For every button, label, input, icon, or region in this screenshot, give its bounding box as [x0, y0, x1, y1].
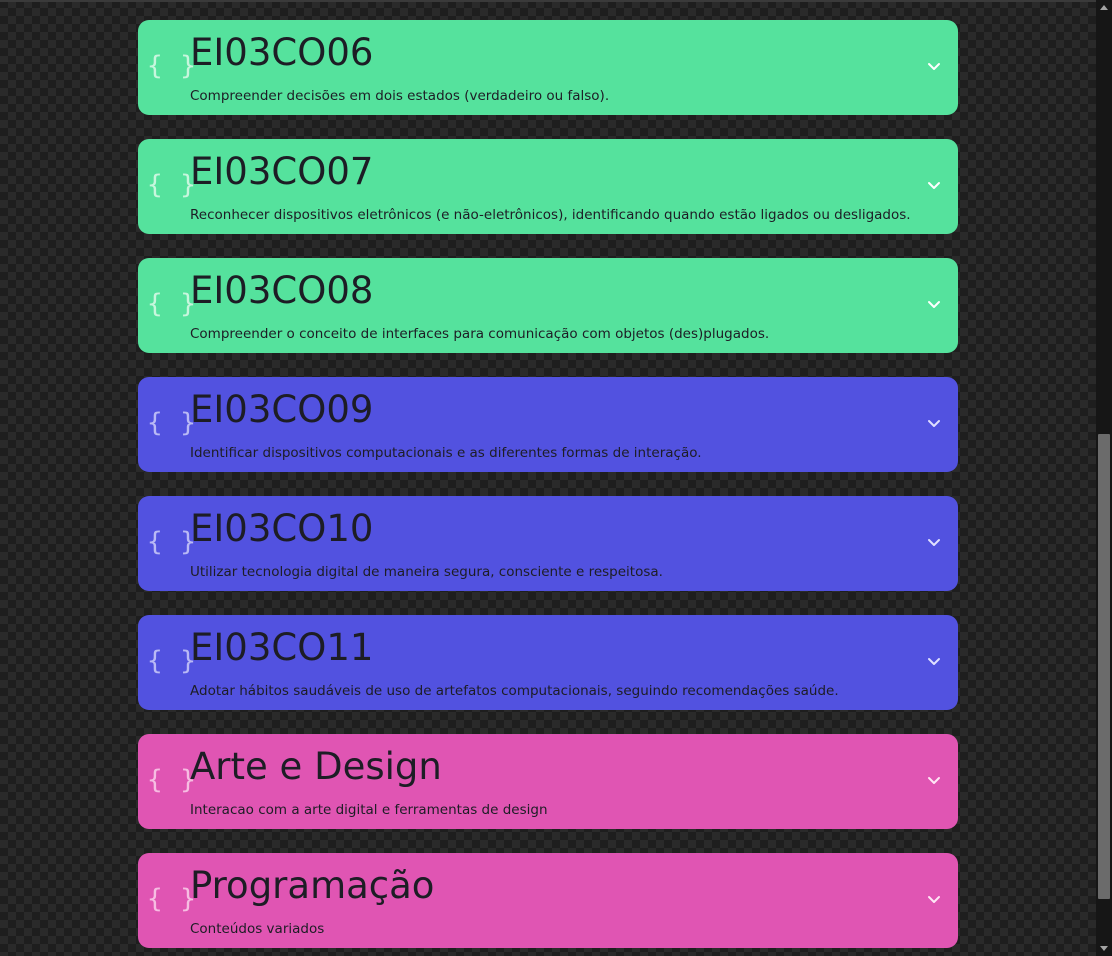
- accordion-item-title: EI03CO10: [190, 507, 374, 550]
- accordion-item-arte-e-design[interactable]: { } Arte e Design Interacao com a arte d…: [138, 734, 958, 829]
- accordion-item-description: Reconhecer dispositivos eletrônicos (e n…: [190, 207, 911, 223]
- scrollbar-thumb[interactable]: [1098, 434, 1110, 899]
- accordion-item-ei03co10[interactable]: { } EI03CO10 Utilizar tecnologia digital…: [138, 496, 958, 591]
- accordion-item-description: Utilizar tecnologia digital de maneira s…: [190, 564, 663, 580]
- scroll-up-arrow-icon[interactable]: [1100, 5, 1108, 10]
- accordion-item-ei03co06[interactable]: { } EI03CO06 Compreender decisões em doi…: [138, 20, 958, 115]
- chevron-down-icon[interactable]: [927, 418, 941, 428]
- accordion-item-description: Adotar hábitos saudáveis de uso de artef…: [190, 683, 839, 699]
- accordion-item-ei03co08[interactable]: { } EI03CO08 Compreender o conceito de i…: [138, 258, 958, 353]
- accordion-item-description: Compreender o conceito de interfaces par…: [190, 326, 770, 342]
- accordion-item-title: Programação: [190, 864, 435, 907]
- accordion-item-description: Compreender decisões em dois estados (ve…: [190, 88, 610, 104]
- chevron-down-icon[interactable]: [927, 656, 941, 666]
- vertical-scrollbar[interactable]: [1096, 0, 1112, 956]
- accordion-item-title: EI03CO11: [190, 626, 374, 669]
- scroll-down-arrow-icon[interactable]: [1100, 946, 1108, 951]
- top-border: [0, 0, 1096, 2]
- accordion-item-title: EI03CO06: [190, 31, 374, 74]
- accordion-item-title: EI03CO08: [190, 269, 374, 312]
- accordion-item-programacao[interactable]: { } Programação Conteúdos variados: [138, 853, 958, 948]
- chevron-down-icon[interactable]: [927, 894, 941, 904]
- accordion-item-description: Interacao com a arte digital e ferrament…: [190, 802, 548, 818]
- accordion-item-title: Arte e Design: [190, 745, 442, 788]
- accordion-item-description: Identificar dispositivos computacionais …: [190, 445, 702, 461]
- chevron-down-icon[interactable]: [927, 299, 941, 309]
- accordion-list: { } EI03CO06 Compreender decisões em doi…: [138, 20, 958, 956]
- chevron-down-icon[interactable]: [927, 61, 941, 71]
- accordion-item-ei03co07[interactable]: { } EI03CO07 Reconhecer dispositivos ele…: [138, 139, 958, 234]
- accordion-item-ei03co09[interactable]: { } EI03CO09 Identificar dispositivos co…: [138, 377, 958, 472]
- accordion-item-title: EI03CO09: [190, 388, 374, 431]
- accordion-item-description: Conteúdos variados: [190, 921, 325, 937]
- chevron-down-icon[interactable]: [927, 775, 941, 785]
- accordion-item-ei03co11[interactable]: { } EI03CO11 Adotar hábitos saudáveis de…: [138, 615, 958, 710]
- chevron-down-icon[interactable]: [927, 180, 941, 190]
- accordion-item-title: EI03CO07: [190, 150, 374, 193]
- chevron-down-icon[interactable]: [927, 537, 941, 547]
